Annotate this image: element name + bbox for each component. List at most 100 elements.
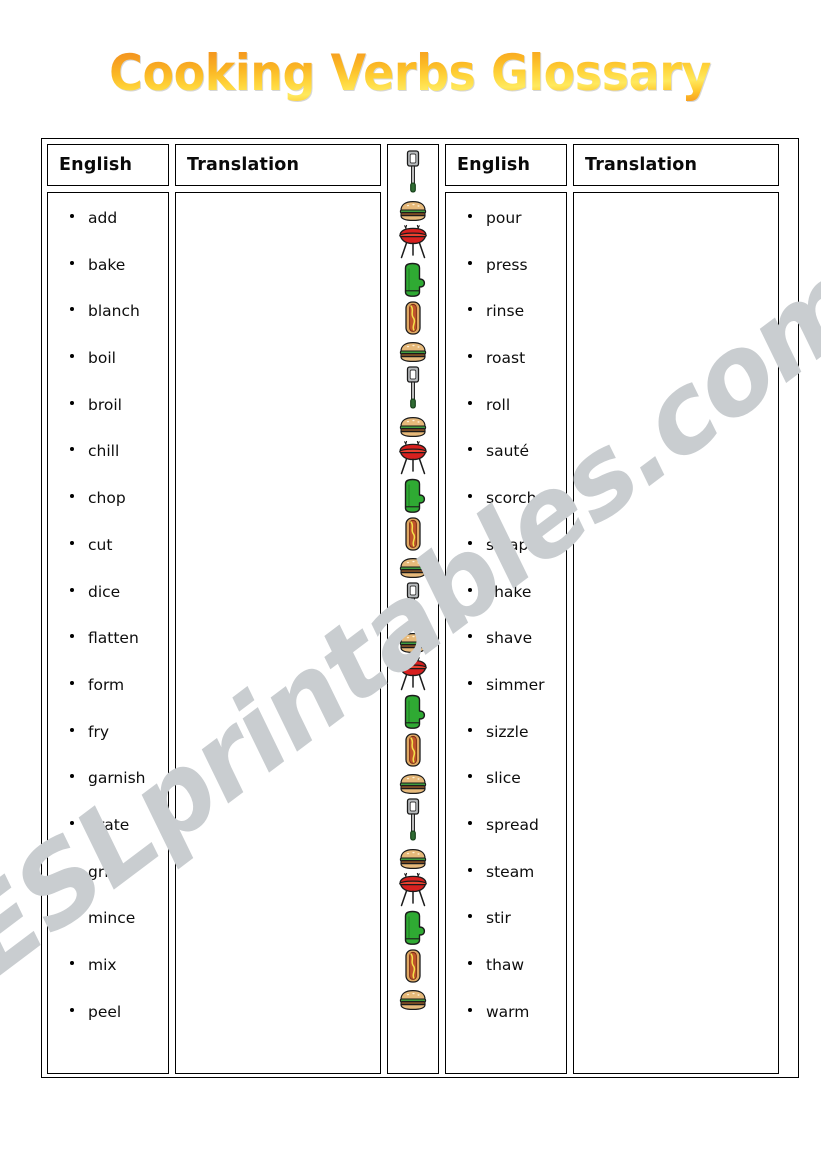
word-label: shave: [486, 629, 533, 648]
bullet-icon: [468, 774, 472, 779]
list-item: steam: [446, 861, 566, 908]
bullet-icon: [70, 634, 74, 639]
list-item: rinse: [446, 300, 566, 347]
list-item: pour: [446, 207, 566, 254]
word-list-left: add bake blanch boil broil chill chop cut dice fl…: [48, 193, 168, 1047]
word-label: spread: [486, 815, 539, 834]
bullet-icon: [70, 494, 74, 499]
cell-translation-right-blank[interactable]: [573, 192, 779, 1074]
list-item: sizzle: [446, 721, 566, 768]
word-label: bake: [88, 255, 126, 274]
hot-dog-icon: [403, 948, 423, 984]
bullet-icon: [468, 447, 472, 452]
word-label: peel: [88, 1002, 122, 1021]
spatula-icon: [400, 581, 426, 627]
spatula-icon: [400, 797, 426, 843]
list-item: mince: [48, 907, 168, 954]
bullet-icon: [70, 914, 74, 919]
page-title: Cooking Verbs Glossary: [109, 44, 712, 102]
word-label: broil: [88, 395, 122, 414]
list-item: peel: [48, 1001, 168, 1048]
word-label: simmer: [486, 675, 545, 694]
cell-picture-strip: [387, 144, 439, 1074]
hamburger-icon: [398, 341, 428, 363]
bullet-icon: [468, 820, 472, 825]
word-label: grate: [88, 815, 130, 834]
word-label: boil: [88, 349, 116, 368]
word-label: mix: [88, 956, 117, 974]
list-item: press: [446, 254, 566, 301]
list-item: slice: [446, 767, 566, 814]
hot-dog-icon: [403, 732, 423, 768]
list-item: grate: [48, 814, 168, 861]
list-item: scorch: [446, 487, 566, 534]
glossary-table: English add bake blanch boil broil chill chop c…: [41, 138, 799, 1078]
bullet-icon: [468, 214, 472, 218]
bullet-icon: [468, 354, 472, 359]
word-label: garnish: [88, 769, 146, 788]
list-item: boil: [48, 347, 168, 394]
bullet-icon: [468, 307, 472, 312]
list-item: stir: [446, 907, 566, 954]
bullet-icon: [468, 587, 472, 592]
header-translation-right-label: Translation: [585, 155, 698, 175]
column-english-left: English add bake blanch boil broil chill chop c…: [47, 144, 169, 1074]
bullet-icon: [70, 307, 74, 312]
worksheet-page: ESLprintables.com Cooking Verbs Glossary…: [0, 0, 821, 1169]
word-label: pour: [486, 209, 522, 227]
list-item: chill: [48, 440, 168, 487]
header-translation-right: Translation: [573, 144, 779, 186]
word-label: form: [88, 675, 125, 694]
word-label: stir: [486, 909, 511, 928]
bullet-icon: [70, 587, 74, 592]
header-english-left: English: [47, 144, 169, 186]
list-item: thaw: [446, 954, 566, 1001]
bullet-icon: [70, 1007, 74, 1012]
list-item: simmer: [446, 674, 566, 721]
list-item: roast: [446, 347, 566, 394]
word-label: cut: [88, 535, 113, 554]
bullet-icon: [468, 494, 472, 499]
word-label: flatten: [88, 629, 139, 648]
hamburger-icon: [398, 557, 428, 579]
hamburger-icon: [398, 632, 428, 654]
header-english-right-label: English: [457, 155, 531, 175]
list-item: scrape: [446, 534, 566, 581]
word-label: steam: [486, 862, 535, 881]
list-item: fry: [48, 721, 168, 768]
list-item: form: [48, 674, 168, 721]
list-item: bake: [48, 254, 168, 301]
cell-english-right-words: pour press rinse roast roll sauté scorch scrape…: [445, 192, 567, 1074]
hot-dog-icon: [403, 516, 423, 552]
column-translation-right: Translation: [573, 144, 779, 1074]
word-label: roast: [486, 349, 526, 368]
bbq-grill-icon: [396, 654, 430, 692]
word-label: press: [486, 255, 528, 274]
word-label: add: [88, 209, 118, 227]
oven-mitt-icon: [399, 910, 427, 946]
word-label: roll: [486, 395, 511, 414]
word-label: scorch: [486, 489, 537, 508]
word-label: blanch: [88, 302, 140, 321]
page-title-container: Cooking Verbs Glossary: [0, 44, 821, 102]
bullet-icon: [468, 727, 472, 732]
list-item: shake: [446, 581, 566, 628]
bbq-grill-icon: [396, 222, 430, 260]
bullet-icon: [70, 867, 74, 872]
list-item: chop: [48, 487, 168, 534]
list-item: cut: [48, 534, 168, 581]
word-label: sauté: [486, 442, 530, 461]
bullet-icon: [70, 214, 74, 218]
cell-translation-left-blank[interactable]: [175, 192, 381, 1074]
bbq-grill-icon: [396, 438, 430, 476]
bullet-icon: [70, 540, 74, 545]
bullet-icon: [70, 447, 74, 452]
word-label: thaw: [486, 956, 525, 974]
hamburger-icon: [398, 848, 428, 870]
bullet-icon: [468, 540, 472, 545]
hamburger-icon: [398, 416, 428, 438]
list-item: sauté: [446, 440, 566, 487]
bullet-icon: [468, 914, 472, 919]
bullet-icon: [468, 680, 472, 685]
bullet-icon: [468, 400, 472, 405]
